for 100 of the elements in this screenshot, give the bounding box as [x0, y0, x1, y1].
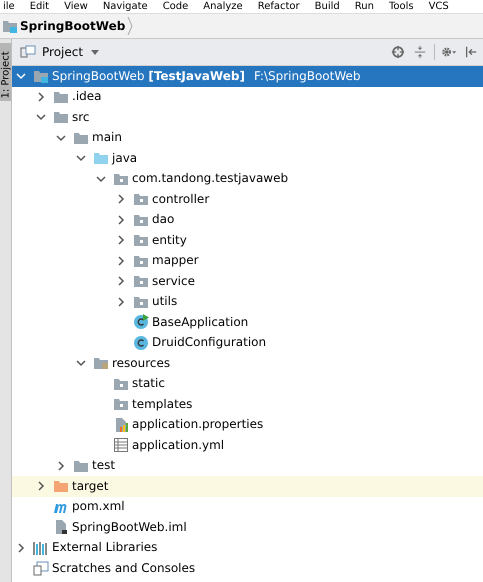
item-label: entity: [152, 232, 187, 248]
menu-item[interactable]: Refactor: [258, 1, 300, 13]
side-tab[interactable]: 1: Project: [0, 43, 11, 101]
tree-item[interactable]: mapper: [12, 250, 483, 271]
tree-item[interactable]: static: [12, 374, 483, 394]
chevron-down-icon[interactable]: [56, 132, 66, 143]
chevron-right-icon[interactable]: [116, 235, 126, 246]
menu-item[interactable]: View: [64, 1, 88, 13]
breadcrumb-item[interactable]: SpringBootWeb: [0, 18, 128, 34]
tree-item[interactable]: service: [12, 271, 483, 292]
item-label: test: [92, 458, 116, 474]
package-folder-icon: [113, 396, 129, 412]
tree-item[interactable]: test: [12, 456, 483, 476]
menu-item[interactable]: Navigate: [102, 1, 148, 13]
menu-item[interactable]: Tools: [388, 1, 414, 13]
chevron-right-icon[interactable]: [116, 256, 126, 266]
item-label: templates: [132, 396, 192, 412]
menu-item[interactable]: Analyze: [203, 1, 243, 13]
chevron-down-icon[interactable]: [76, 153, 86, 164]
chevron-right-icon[interactable]: [36, 92, 46, 102]
class-icon: [133, 334, 149, 351]
tree-item[interactable]: entity: [12, 230, 483, 250]
folder-icon: [53, 109, 69, 126]
caret-icon: [91, 50, 100, 54]
item-label: com.tandong.testjavaweb: [132, 171, 288, 186]
menu-item[interactable]: Run: [354, 1, 374, 13]
item-label: application.yml: [132, 438, 224, 453]
tree-item[interactable]: SpringBootWeb.iml: [12, 517, 483, 538]
menu-item[interactable]: Code: [162, 1, 188, 13]
chevron-right-icon[interactable]: [56, 460, 66, 471]
hide-panel-icon[interactable]: [463, 45, 479, 59]
tree-item[interactable]: java: [12, 148, 483, 168]
crosshair-icon[interactable]: [390, 45, 406, 59]
folder-icon: [53, 478, 69, 494]
chevron-right-icon[interactable]: [116, 276, 126, 286]
tree-item[interactable]: resources: [12, 353, 483, 374]
class-icon: [133, 314, 149, 330]
tree-item[interactable]: target: [12, 476, 483, 496]
item-label: src: [72, 110, 90, 125]
properties-file-icon: [113, 416, 129, 433]
tree-item[interactable]: templates: [12, 394, 483, 414]
item-label: target: [72, 478, 108, 494]
tree-item[interactable]: .idea: [12, 86, 483, 107]
tree-item[interactable]: main: [12, 128, 483, 148]
resources-folder-icon: [93, 355, 109, 372]
chevron-right-icon[interactable]: [116, 296, 126, 307]
item-label: DruidConfiguration: [152, 335, 266, 350]
item-label: resources: [112, 356, 170, 371]
package-folder-icon: [133, 191, 149, 208]
tree-item[interactable]: dao: [12, 210, 483, 230]
item-label: main: [92, 130, 122, 146]
collapse-all-icon[interactable]: [412, 45, 428, 59]
menu-item[interactable]: VCS: [428, 1, 449, 13]
item-label: External Libraries: [52, 540, 158, 556]
item-label: dao: [152, 212, 174, 228]
item-label: pom.xml: [72, 499, 125, 514]
item-label: application.properties: [132, 417, 264, 432]
chevron-right-icon: [127, 16, 134, 36]
menu-item[interactable]: Build: [314, 1, 340, 13]
item-label: static: [132, 376, 165, 392]
chevron-right-icon[interactable]: [36, 481, 46, 492]
item-label: mapper: [152, 253, 199, 268]
tree-item[interactable]: BaseApplication: [12, 312, 483, 332]
chevron-right-icon[interactable]: [16, 542, 26, 553]
tree-item[interactable]: com.tandong.testjavaweb: [12, 168, 483, 189]
chevron-down-icon[interactable]: [16, 71, 26, 82]
item-label: BaseApplication: [152, 314, 248, 330]
tree-item[interactable]: SpringBootWeb [TestJavaWeb] F:\SpringBootWeb: [12, 66, 483, 86]
menu-item[interactable]: ile: [3, 1, 15, 13]
chevron-right-icon[interactable]: [116, 194, 126, 204]
tree-item[interactable]: External Libraries: [12, 538, 483, 558]
scratches-icon: [33, 560, 49, 576]
chevron-right-icon[interactable]: [116, 214, 126, 225]
tree-item[interactable]: src: [12, 107, 483, 128]
chevron-down-icon[interactable]: [96, 174, 106, 184]
library-icon: [33, 540, 49, 556]
item-label: SpringBootWeb.iml: [72, 520, 187, 535]
item-label: java: [112, 150, 138, 166]
tree-item[interactable]: utils: [12, 292, 483, 312]
tree-item[interactable]: DruidConfiguration: [12, 332, 483, 353]
tree-item[interactable]: application.properties: [12, 414, 483, 435]
item-label: service: [152, 274, 195, 289]
item-path: F:\SpringBootWeb: [254, 68, 361, 84]
module-folder-icon: [2, 18, 18, 34]
package-folder-icon: [133, 232, 149, 248]
panel-icon: [20, 44, 36, 60]
module-folder-icon: [33, 68, 49, 84]
tree-item[interactable]: application.yml: [12, 435, 483, 456]
table-file-icon: [113, 437, 129, 454]
menu-item[interactable]: Edit: [30, 1, 50, 13]
tree-item[interactable]: Scratches and Consoles: [12, 558, 483, 578]
folder-icon: [93, 150, 109, 166]
item-label: utils: [152, 294, 178, 310]
settings-icon[interactable]: [441, 45, 457, 59]
tree-item[interactable]: pom.xml: [12, 496, 483, 517]
chevron-down-icon[interactable]: [36, 112, 46, 122]
view-selector[interactable]: Project: [42, 45, 100, 59]
tree-item[interactable]: controller: [12, 189, 483, 210]
chevron-down-icon[interactable]: [76, 358, 86, 368]
item-label: Scratches and Consoles: [52, 560, 196, 576]
